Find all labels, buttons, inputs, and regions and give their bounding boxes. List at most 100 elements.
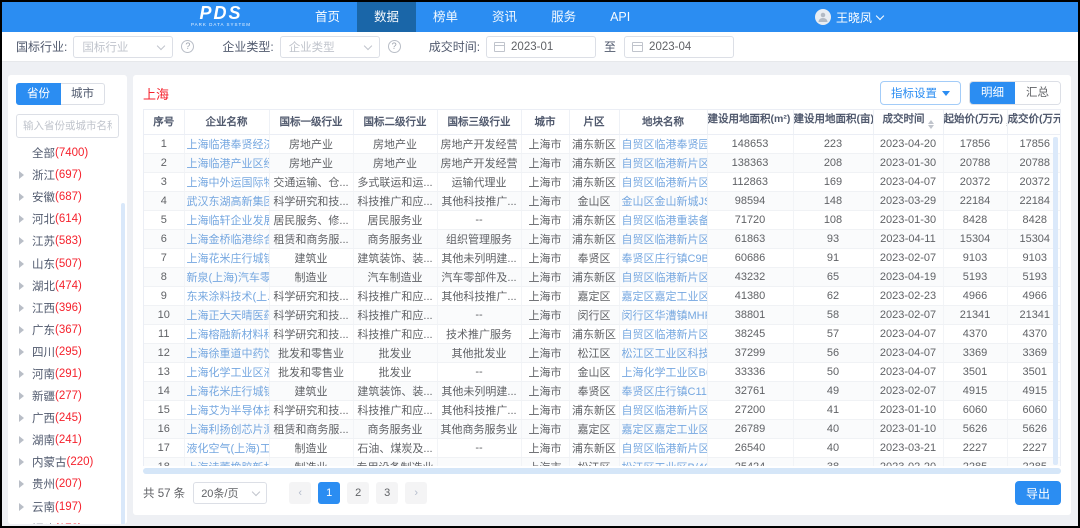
company-link[interactable]: 上海临港产业区经... bbox=[187, 158, 269, 170]
page-button[interactable]: 1 bbox=[318, 482, 341, 504]
province-item[interactable]: 湖北 (474) bbox=[8, 275, 127, 297]
company-link[interactable]: 上海艾为半导体技... bbox=[187, 405, 269, 417]
export-button[interactable]: 导出 bbox=[1015, 481, 1061, 505]
parcel-link[interactable]: 自贸区临港新片区... bbox=[622, 234, 707, 246]
parcel-link[interactable]: 自贸区临港重装备... bbox=[622, 215, 707, 227]
expand-arrow-icon[interactable] bbox=[19, 303, 28, 312]
sort-icon[interactable] bbox=[927, 117, 934, 132]
expand-arrow-icon[interactable] bbox=[19, 281, 28, 290]
province-item[interactable]: 内蒙古 (220) bbox=[8, 451, 127, 473]
company-link[interactable]: 武汉东湖高新集团... bbox=[187, 196, 269, 208]
parcel-link[interactable]: 金山区金山新城JS... bbox=[622, 196, 707, 208]
nav-tab[interactable]: 首页 bbox=[298, 2, 357, 32]
province-item[interactable]: 江西 (396) bbox=[8, 297, 127, 319]
province-item[interactable]: 新疆 (277) bbox=[8, 385, 127, 407]
nav-tab[interactable]: 数据 bbox=[357, 2, 417, 32]
company-link[interactable]: 上海榕融新材料科... bbox=[187, 329, 269, 341]
expand-arrow-icon[interactable] bbox=[19, 369, 28, 378]
province-item[interactable]: 浙江 (697) bbox=[8, 164, 127, 186]
expand-arrow-icon[interactable] bbox=[19, 237, 28, 246]
province-item[interactable]: 全部 (7400) bbox=[8, 142, 127, 164]
sidebar-scrollbar[interactable] bbox=[121, 203, 125, 524]
company-link[interactable]: 新泉(上海)汽车零... bbox=[187, 272, 269, 284]
company-link[interactable]: 上海诗董橡胶新材... bbox=[187, 462, 269, 467]
expand-arrow-icon[interactable] bbox=[19, 259, 28, 268]
expand-arrow-icon[interactable] bbox=[19, 392, 28, 401]
expand-arrow-icon[interactable] bbox=[19, 171, 28, 180]
parcel-link[interactable]: 自贸区临港新片区... bbox=[622, 329, 707, 341]
date-to-input[interactable]: 2023-04 bbox=[624, 35, 735, 58]
expand-arrow-icon[interactable] bbox=[19, 215, 28, 224]
company-link[interactable]: 上海利扬创芯片测... bbox=[187, 424, 269, 436]
expand-arrow-icon[interactable] bbox=[19, 193, 28, 202]
province-item[interactable]: 山东 (507) bbox=[8, 252, 127, 274]
column-header[interactable]: 建设用地面积(亩) bbox=[793, 110, 874, 135]
province-item[interactable]: 广西 (245) bbox=[8, 407, 127, 429]
company-link[interactable]: 上海花米庄行城镇... bbox=[187, 253, 269, 265]
pds-logo[interactable]: PDS PARK DATA SYSTEM bbox=[191, 4, 251, 28]
parcel-link[interactable]: 自贸区临港新片区... bbox=[622, 177, 707, 189]
expand-arrow-icon[interactable] bbox=[19, 414, 28, 423]
parcel-link[interactable]: 奉贤区庄行镇C9B-7... bbox=[622, 253, 707, 265]
province-item[interactable]: 贵州 (207) bbox=[8, 473, 127, 495]
page-size-select[interactable]: 20条/页 bbox=[193, 482, 268, 504]
parcel-link[interactable]: 自贸区临港新片区... bbox=[622, 443, 707, 455]
date-from-input[interactable]: 2023-01 bbox=[486, 35, 597, 58]
region-search-input[interactable] bbox=[16, 114, 119, 138]
province-item[interactable]: 江苏 (583) bbox=[8, 230, 127, 252]
parcel-link[interactable]: 自贸区临港新片区... bbox=[622, 272, 707, 284]
view-toggle-option[interactable]: 明细 bbox=[970, 82, 1015, 104]
province-item[interactable]: 四川 (295) bbox=[8, 341, 127, 363]
province-item[interactable]: 湖南 (241) bbox=[8, 429, 127, 451]
column-header[interactable]: 起始价(万元) bbox=[943, 110, 1008, 135]
parcel-link[interactable]: 奉贤区庄行镇C11-2... bbox=[622, 386, 707, 398]
company-link[interactable]: 上海中外运国际物... bbox=[187, 177, 269, 189]
expand-arrow-icon[interactable] bbox=[19, 347, 28, 356]
company-link[interactable]: 上海临港奉贤经济... bbox=[187, 139, 269, 151]
parcel-link[interactable]: 上海化学工业区B6-... bbox=[622, 367, 707, 379]
expand-arrow-icon[interactable] bbox=[19, 458, 28, 467]
company-link[interactable]: 上海化学工业区液... bbox=[187, 367, 269, 379]
region-tab[interactable]: 省份 bbox=[16, 83, 61, 105]
page-button[interactable]: 2 bbox=[347, 482, 370, 504]
province-item[interactable]: 云南 (197) bbox=[8, 496, 127, 518]
expand-arrow-icon[interactable] bbox=[19, 480, 28, 489]
nav-tab[interactable]: 资讯 bbox=[475, 2, 534, 32]
parcel-link[interactable]: 自贸区临港新片区0... bbox=[622, 158, 707, 170]
company-link[interactable]: 上海临轩企业发展... bbox=[187, 215, 269, 227]
prev-page-button[interactable]: ‹ bbox=[289, 482, 312, 504]
company-link[interactable]: 上海花米庄行城镇... bbox=[187, 386, 269, 398]
help-icon[interactable] bbox=[181, 40, 195, 53]
nav-tab[interactable]: 榜单 bbox=[416, 2, 475, 32]
industry-select[interactable]: 国标行业 bbox=[73, 35, 174, 58]
expand-arrow-icon[interactable] bbox=[19, 436, 28, 445]
page-button[interactable]: 3 bbox=[376, 482, 399, 504]
user-menu[interactable]: 王晓凤 bbox=[815, 2, 885, 32]
company-link[interactable]: 上海徐重道中药饮... bbox=[187, 348, 269, 360]
parcel-link[interactable]: 嘉定区嘉定工业区(... bbox=[622, 424, 707, 436]
column-header[interactable]: 成交价(万元) bbox=[1007, 110, 1060, 135]
view-toggle-option[interactable]: 汇总 bbox=[1015, 82, 1060, 104]
parcel-link[interactable]: 松江区工业区B/46... bbox=[622, 462, 707, 467]
nav-tab[interactable]: 服务 bbox=[534, 2, 593, 32]
help-icon[interactable] bbox=[387, 40, 401, 53]
province-item[interactable]: 广东 (367) bbox=[8, 319, 127, 341]
parcel-link[interactable]: 自贸区临港奉贤园... bbox=[622, 139, 707, 151]
company-link[interactable]: 上海正大天晴医药... bbox=[187, 310, 269, 322]
parcel-link[interactable]: 自贸区临港新片区P... bbox=[622, 405, 707, 417]
province-item[interactable]: 安徽 (687) bbox=[8, 186, 127, 208]
region-tab[interactable]: 城市 bbox=[61, 83, 105, 105]
column-header[interactable]: 建设用地面积(m²) bbox=[707, 110, 794, 135]
expand-arrow-icon[interactable] bbox=[19, 325, 28, 334]
parcel-link[interactable]: 松江区工业区科技... bbox=[622, 348, 707, 360]
province-item[interactable]: 福建(172) bbox=[8, 518, 127, 524]
province-item[interactable]: 河北 (614) bbox=[8, 208, 127, 230]
expand-arrow-icon[interactable] bbox=[19, 502, 28, 511]
parcel-link[interactable]: 闵行区华漕镇MHP0... bbox=[622, 310, 707, 322]
metric-settings-button[interactable]: 指标设置 bbox=[880, 81, 961, 105]
company-link[interactable]: 液化空气(上海)工... bbox=[187, 443, 269, 455]
vertical-scrollbar[interactable] bbox=[1053, 137, 1058, 465]
province-item[interactable]: 河南 (291) bbox=[8, 363, 127, 385]
column-header[interactable]: 成交时间 bbox=[873, 110, 944, 135]
nav-tab[interactable]: API bbox=[593, 2, 647, 32]
